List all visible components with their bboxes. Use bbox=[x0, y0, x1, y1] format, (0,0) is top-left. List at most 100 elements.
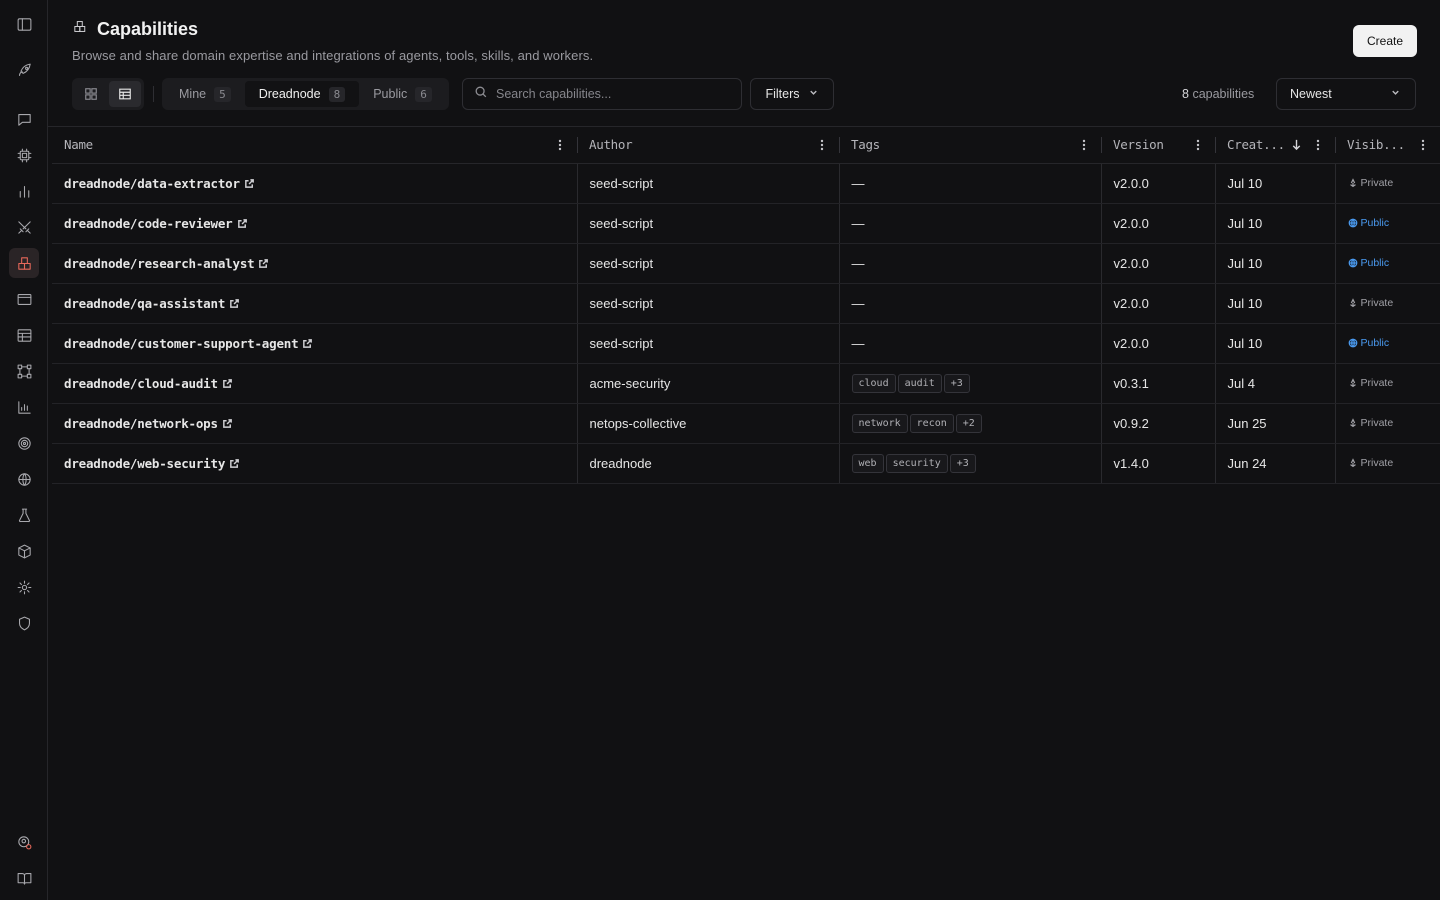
chip-icon[interactable] bbox=[9, 140, 39, 170]
visibility-cell: Public bbox=[1335, 323, 1440, 364]
capability-name-cell[interactable]: dreadnode/data-extractor bbox=[52, 163, 578, 204]
private-icon bbox=[1348, 177, 1358, 188]
browser-window-icon[interactable] bbox=[9, 284, 39, 314]
tag-more-chip[interactable]: +3 bbox=[943, 373, 970, 393]
sidebar-toggle-icon[interactable] bbox=[9, 9, 39, 39]
tab-public[interactable]: Public 6 bbox=[359, 81, 446, 107]
capability-name-link[interactable]: dreadnode/web-security bbox=[64, 456, 225, 471]
capability-name-link[interactable]: dreadnode/code-reviewer bbox=[64, 216, 233, 231]
column-header-version[interactable]: Version bbox=[1101, 127, 1216, 164]
sidebar-rail bbox=[0, 0, 48, 900]
created-cell: Jul 10 bbox=[1215, 283, 1336, 324]
visibility-badge: Private bbox=[1348, 417, 1393, 429]
capabilities-icon bbox=[72, 18, 89, 40]
sort-descending-icon[interactable] bbox=[1290, 138, 1303, 154]
version-cell: v1.4.0 bbox=[1101, 443, 1216, 484]
chat-icon[interactable] bbox=[9, 104, 39, 134]
create-button[interactable]: Create bbox=[1353, 25, 1417, 57]
column-header-visibility[interactable]: Visib... bbox=[1335, 127, 1440, 164]
column-header-author[interactable]: Author bbox=[577, 127, 840, 164]
column-menu-icon[interactable] bbox=[1311, 138, 1325, 152]
column-menu-icon[interactable] bbox=[1077, 138, 1091, 152]
column-header-tags[interactable]: Tags bbox=[839, 127, 1102, 164]
package-icon[interactable] bbox=[9, 536, 39, 566]
capability-name-cell[interactable]: dreadnode/network-ops bbox=[52, 403, 578, 444]
column-menu-icon[interactable] bbox=[815, 138, 829, 152]
table-row[interactable]: dreadnode/customer-support-agent seed-sc… bbox=[52, 323, 1440, 364]
table-row[interactable]: dreadnode/web-security dreadnode web secu… bbox=[52, 443, 1440, 484]
external-link-icon[interactable] bbox=[254, 256, 269, 271]
created-cell: Jul 10 bbox=[1215, 243, 1336, 284]
result-count-label: capabilities bbox=[1192, 87, 1255, 101]
visibility-label: Private bbox=[1360, 376, 1394, 389]
user-settings-icon[interactable] bbox=[9, 827, 39, 857]
swords-icon[interactable] bbox=[9, 212, 39, 242]
capability-name-link[interactable]: dreadnode/network-ops bbox=[64, 416, 218, 431]
external-link-icon[interactable] bbox=[218, 416, 233, 431]
column-menu-icon[interactable] bbox=[1191, 138, 1205, 152]
column-header-name[interactable]: Name bbox=[52, 127, 578, 164]
visibility-badge: Private bbox=[1348, 457, 1393, 469]
page-subtitle: Browse and share domain expertise and in… bbox=[72, 48, 594, 63]
table-row[interactable]: dreadnode/network-ops netops-collective … bbox=[52, 403, 1440, 444]
visibility-label: Public bbox=[1360, 336, 1390, 349]
target-icon[interactable] bbox=[9, 428, 39, 458]
table-view-icon[interactable] bbox=[109, 81, 141, 107]
tab-dreadnode[interactable]: Dreadnode 8 bbox=[244, 81, 360, 107]
external-link-icon[interactable] bbox=[298, 336, 313, 351]
private-icon bbox=[1348, 377, 1358, 388]
external-link-icon[interactable] bbox=[218, 376, 233, 391]
grid-view-icon[interactable] bbox=[75, 81, 107, 107]
column-menu-icon[interactable] bbox=[553, 138, 567, 152]
shield-icon[interactable] bbox=[9, 608, 39, 638]
capability-name-cell[interactable]: dreadnode/web-security bbox=[52, 443, 578, 484]
visibility-badge: Public bbox=[1348, 217, 1389, 229]
sort-select[interactable]: Newest bbox=[1276, 78, 1416, 110]
author-cell: seed-script bbox=[577, 283, 840, 324]
result-count: 8 capabilities bbox=[1182, 87, 1254, 101]
capability-name-cell[interactable]: dreadnode/customer-support-agent bbox=[52, 323, 578, 364]
external-link-icon[interactable] bbox=[240, 176, 255, 191]
external-link-icon[interactable] bbox=[233, 216, 248, 231]
capability-name-link[interactable]: dreadnode/data-extractor bbox=[64, 176, 240, 191]
empty-tags: — bbox=[851, 335, 865, 351]
tag-more-chip[interactable]: +2 bbox=[955, 413, 982, 433]
filters-button[interactable]: Filters bbox=[750, 78, 834, 110]
tag-chip: cloud bbox=[851, 373, 896, 393]
result-count-number: 8 bbox=[1182, 87, 1189, 101]
workflow-icon[interactable] bbox=[9, 356, 39, 386]
column-header-created[interactable]: Creat... bbox=[1215, 127, 1336, 164]
capability-name-cell[interactable]: dreadnode/qa-assistant bbox=[52, 283, 578, 324]
bar-chart-icon[interactable] bbox=[9, 176, 39, 206]
capability-name-cell[interactable]: dreadnode/research-analyst bbox=[52, 243, 578, 284]
capability-name-link[interactable]: dreadnode/cloud-audit bbox=[64, 376, 218, 391]
globe-icon[interactable] bbox=[9, 464, 39, 494]
author-cell: seed-script bbox=[577, 243, 840, 284]
rocket-icon[interactable] bbox=[9, 55, 39, 85]
external-link-icon[interactable] bbox=[225, 296, 240, 311]
external-link-icon[interactable] bbox=[225, 456, 240, 471]
table-row[interactable]: dreadnode/code-reviewer seed-script — v2… bbox=[52, 203, 1440, 244]
capability-name-cell[interactable]: dreadnode/code-reviewer bbox=[52, 203, 578, 244]
capability-name-link[interactable]: dreadnode/customer-support-agent bbox=[64, 336, 299, 351]
capability-name-cell[interactable]: dreadnode/cloud-audit bbox=[52, 363, 578, 404]
table-row[interactable]: dreadnode/research-analyst seed-script —… bbox=[52, 243, 1440, 284]
tab-count: 8 bbox=[328, 86, 346, 102]
table-row[interactable]: dreadnode/qa-assistant seed-script — v2.… bbox=[52, 283, 1440, 324]
flask-icon[interactable] bbox=[9, 500, 39, 530]
table-icon[interactable] bbox=[9, 320, 39, 350]
gear-icon[interactable] bbox=[9, 572, 39, 602]
book-icon[interactable] bbox=[9, 863, 39, 893]
column-menu-icon[interactable] bbox=[1416, 138, 1430, 152]
search-input[interactable] bbox=[496, 87, 726, 101]
tab-mine[interactable]: Mine 5 bbox=[165, 81, 245, 107]
search-box bbox=[462, 78, 742, 110]
table-row[interactable]: dreadnode/cloud-audit acme-security clou… bbox=[52, 363, 1440, 404]
analytics-icon[interactable] bbox=[9, 392, 39, 422]
capabilities-icon[interactable] bbox=[9, 248, 39, 278]
tag-more-chip[interactable]: +3 bbox=[949, 453, 976, 473]
table-row[interactable]: dreadnode/data-extractor seed-script — v… bbox=[52, 163, 1440, 204]
toolbar: Mine 5 Dreadnode 8 Public 6 Filters 8 capab… bbox=[72, 78, 1416, 110]
capability-name-link[interactable]: dreadnode/qa-assistant bbox=[64, 296, 225, 311]
capability-name-link[interactable]: dreadnode/research-analyst bbox=[64, 256, 255, 271]
